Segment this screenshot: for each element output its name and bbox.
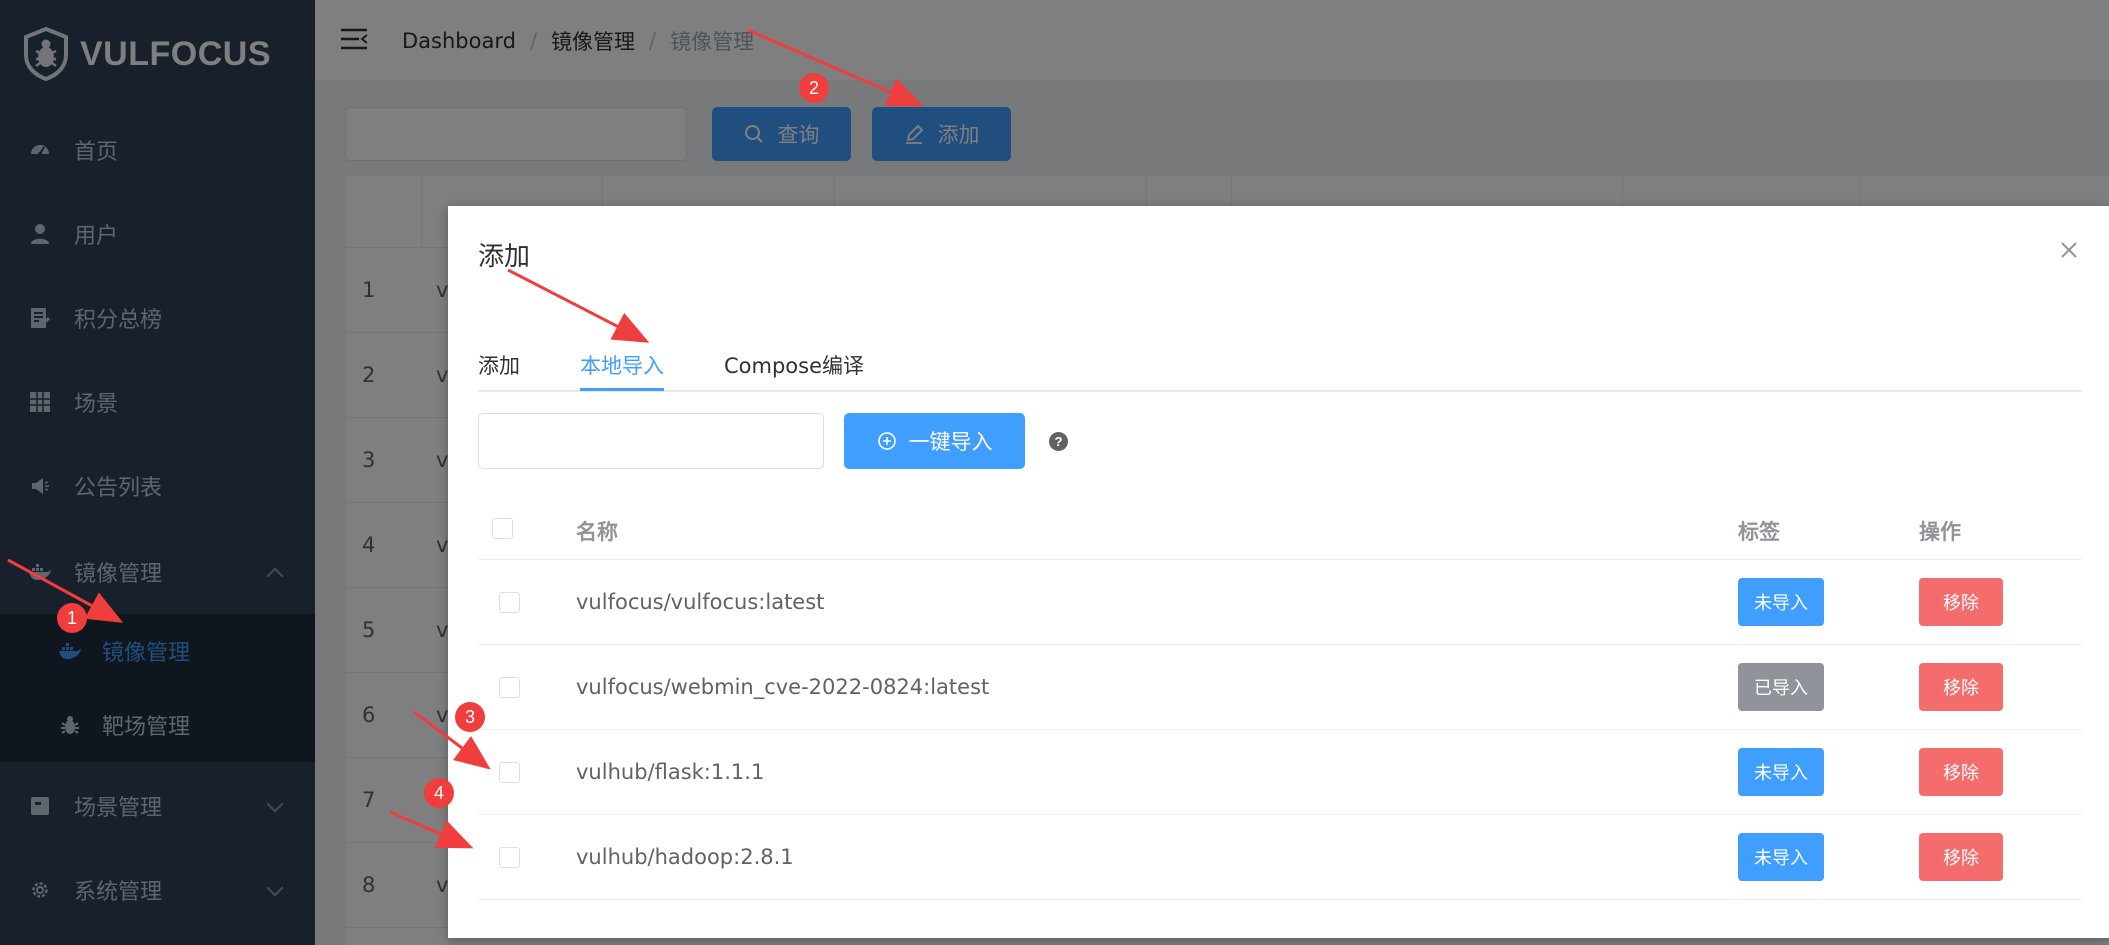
annotation-badge: 4 (424, 778, 454, 808)
dialog-tabs: 添加 本地导入 Compose编译 (478, 336, 2082, 392)
status-tag-not-imported[interactable]: 未导入 (1738, 578, 1824, 626)
tab-add[interactable]: 添加 (478, 350, 520, 380)
column-header-name: 名称 (576, 520, 618, 544)
row-checkbox[interactable] (499, 847, 520, 868)
annotation-badge: 2 (799, 73, 829, 103)
remove-button[interactable]: 移除 (1919, 663, 2003, 711)
import-button-label: 一键导入 (908, 430, 993, 454)
remove-button[interactable]: 移除 (1919, 833, 2003, 881)
one-click-import-button[interactable]: 一键导入 (844, 413, 1025, 469)
status-tag-imported[interactable]: 已导入 (1738, 663, 1824, 711)
table-row: vulhub/hadoop:2.8.1 未导入 移除 (478, 815, 2082, 900)
image-name: vulfocus/vulfocus:latest (576, 590, 825, 614)
row-checkbox[interactable] (499, 762, 520, 783)
status-tag-not-imported[interactable]: 未导入 (1738, 748, 1824, 796)
column-header-tag: 标签 (1738, 520, 1780, 544)
active-tab-indicator (580, 388, 664, 391)
annotation-badge: 3 (455, 702, 485, 732)
table-row: vulfocus/webmin_cve-2022-0824:latest 已导入… (478, 645, 2082, 730)
table-row: vulfocus/vulfocus:latest 未导入 移除 (478, 560, 2082, 645)
image-name: vulfocus/webmin_cve-2022-0824:latest (576, 675, 990, 699)
add-dialog: 添加 添加 本地导入 Compose编译 一键导入 ? 名称 标签 操作 vul… (448, 206, 2109, 938)
close-icon[interactable] (2059, 240, 2079, 260)
dialog-title: 添加 (478, 242, 531, 272)
table-row: vulhub/flask:1.1.1 未导入 移除 (478, 730, 2082, 815)
image-search-input[interactable] (478, 413, 824, 469)
image-name: vulhub/flask:1.1.1 (576, 760, 765, 784)
image-name: vulhub/hadoop:2.8.1 (576, 845, 794, 869)
tab-compose-build[interactable]: Compose编译 (724, 350, 864, 380)
tab-local-import[interactable]: 本地导入 (580, 350, 664, 380)
remove-button[interactable]: 移除 (1919, 748, 2003, 796)
remove-button[interactable]: 移除 (1919, 578, 2003, 626)
help-icon[interactable]: ? (1049, 432, 1068, 451)
row-checkbox[interactable] (499, 677, 520, 698)
column-header-action: 操作 (1919, 520, 1961, 544)
plus-circle-icon (877, 431, 897, 451)
table-header: 名称 标签 操作 (478, 496, 2082, 560)
select-all-checkbox[interactable] (492, 518, 513, 539)
annotation-badge: 1 (57, 603, 87, 633)
status-tag-not-imported[interactable]: 未导入 (1738, 833, 1824, 881)
row-checkbox[interactable] (499, 592, 520, 613)
